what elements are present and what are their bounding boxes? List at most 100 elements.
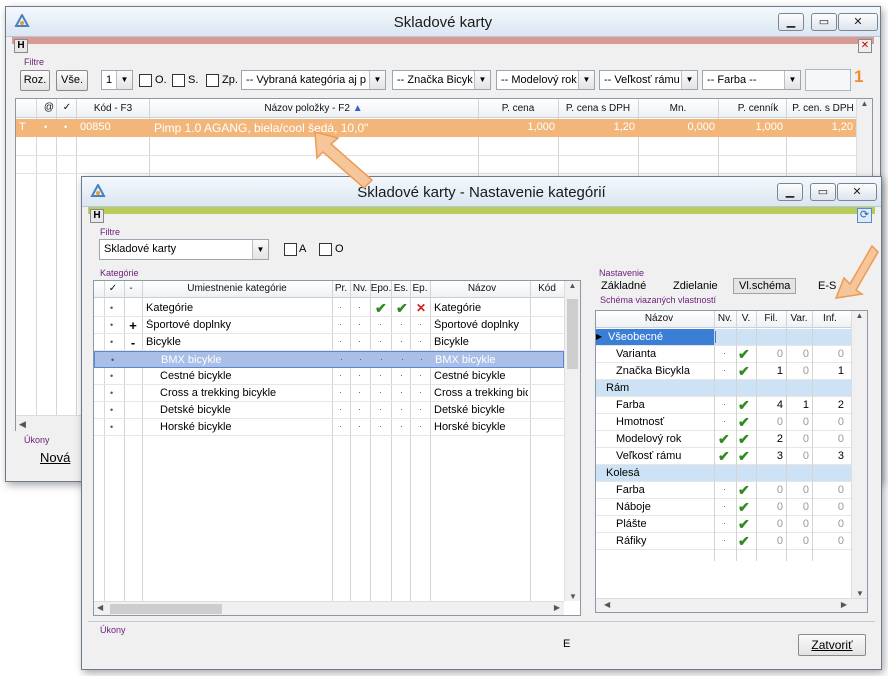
cat-col-kod[interactable]: Kód [532,283,562,294]
cat-col-location[interactable]: Umiestnenie kategórie [142,283,332,294]
cat-col-marker[interactable]: - [124,283,138,294]
horizontal-scrollbar[interactable]: ◀ ▶ [94,601,564,615]
chk-o[interactable] [319,243,332,256]
cat-col-nv[interactable]: Nv. [350,283,370,294]
row-marker: + [129,318,137,333]
column-divider [714,311,715,561]
chk-s[interactable] [172,74,185,87]
row-location: Horské bicykle [160,421,232,433]
maximize-button[interactable]: ▭ [810,183,836,201]
category-row[interactable]: • Kategórie · · ✔ ✔ ✕ Kategórie [94,300,564,317]
table-row[interactable]: T • • 00850 Pimp 1.0 AGANG, biela/cool š… [16,119,856,137]
col-kod[interactable]: Kód - F3 [78,103,148,114]
category-row[interactable]: • Cestné bicykle · · · · · Cestné bicykle [94,368,564,385]
category-row[interactable]: • BMX bicykle · · · · · BMX bicykle [94,351,564,368]
chk-a[interactable] [284,243,297,256]
check-icon: ✔ [375,300,387,316]
dot-icon: · [419,421,422,431]
model-filter-select[interactable]: -- Modelový rok ▼ [496,70,595,90]
row-name: Cross a trekking bicy [434,387,528,399]
dot-icon: · [400,336,403,346]
size-filter-select[interactable]: -- Veľkosť rámu ▼ [599,70,698,90]
dot-icon: · [358,336,361,346]
minimize-button[interactable]: ▁ [777,183,803,201]
refresh-icon[interactable]: ✕ [858,39,872,53]
schema-col-v[interactable]: V. [736,313,756,324]
cat-col-epo[interactable]: Epo. [370,283,392,294]
dot-icon: · [339,336,342,346]
schema-grid[interactable]: Názov Nv. V. Fil. Var. Inf. ▶ Všeobecné Va… [595,310,868,613]
chk-o[interactable] [139,74,152,87]
column-divider [736,311,737,561]
schema-col-var[interactable]: Var. [786,313,812,324]
col-mn[interactable]: Mn. [638,103,718,114]
dot-icon: · [723,348,726,358]
category-filter-select[interactable]: -- Vybraná kategória aj p ▼ [241,70,386,90]
prop-fil: 1 [776,365,783,377]
h-button[interactable]: H [90,209,104,223]
check-icon: ✔ [718,448,730,464]
separator [88,621,875,622]
prop-inf: 0 [837,433,844,445]
schema-col-inf[interactable]: Inf. [812,313,848,324]
cat-col-ep[interactable]: Ep. [410,283,430,294]
close-button[interactable]: ✕ [837,183,877,201]
cat-col-nazov[interactable]: Názov [432,283,532,294]
tab-zdielanie[interactable]: Zdielanie [673,280,718,292]
cat-col-pr[interactable]: Pr. [332,283,350,294]
h-button[interactable]: H [14,39,28,53]
filter-extra-box[interactable] [805,69,851,91]
roz-button[interactable]: Roz. [20,70,50,91]
vse-button[interactable]: Vše. [56,70,88,91]
maximize-button[interactable]: ▭ [811,13,837,31]
col-nazov[interactable]: Názov položky - F2 ▲ [151,103,476,114]
col-p-cena-dph[interactable]: P. cena s DPH [558,103,638,114]
category-row[interactable]: • Horské bicykle · · · · · Horské bicykle [94,419,564,436]
prop-var: 0 [802,535,809,547]
category-row[interactable]: • Cross a trekking bicykle · · · · · Cross a tr… [94,385,564,402]
close-button[interactable]: ✕ [838,13,878,31]
close-dialog-button[interactable]: Zatvoriť [798,634,866,656]
horizontal-scrollbar[interactable]: ◀ [16,415,88,431]
col-p-cena[interactable]: P. cena [478,103,558,114]
color-filter-select[interactable]: -- Farba -- ▼ [702,70,801,90]
schema-col-fil[interactable]: Fil. [756,313,786,324]
category-row[interactable]: • - Bicykle · · · · · Bicykle [94,334,564,351]
row-location: Bicykle [146,336,181,348]
column-divider [786,311,787,561]
prop-name: Farba [616,399,645,411]
chk-zp[interactable] [206,74,219,87]
schema-col-nazov[interactable]: Názov [604,313,714,324]
vertical-scrollbar[interactable]: ▲ ▼ [564,281,580,601]
tab-vl-schema[interactable]: Vl.schéma [733,278,797,294]
cat-col-es[interactable]: Es. [391,283,411,294]
minimize-button[interactable]: ▁ [778,13,804,31]
row-list-price-vat: 1,20 [831,121,853,133]
col-p-cen-dph[interactable]: P. cen. s DPH [786,103,860,114]
schema-col-nv[interactable]: Nv. [714,313,736,324]
horizontal-scrollbar[interactable]: ◀ ▶ [596,598,867,612]
dot-icon: · [400,319,403,329]
brand-filter-select[interactable]: -- Značka Bicyk ▼ [392,70,491,90]
prop-fil: 0 [776,416,783,428]
category-row[interactable]: • Detské bicykle · · · · · Detské bicykle [94,402,564,419]
tab-zakladne[interactable]: Základné [601,280,646,292]
category-row[interactable]: • + Športové doplnky · · · · · Športové doplnky [94,317,564,334]
category-window-title: Skladové karty - Nastavenie kategórií [357,184,606,201]
group-name: Rám [606,382,630,394]
chk-a-label: A [299,243,307,255]
count-select[interactable]: 1 ▼ [101,70,133,90]
row-location: Cestné bicykle [160,370,232,382]
row-dot: • [110,371,114,381]
chevron-down-icon: ▼ [578,71,594,89]
categories-label: Kategórie [100,268,139,278]
categories-grid[interactable]: ✓ - Umiestnenie kategórie Pr. Nv. Epo. E… [93,280,581,616]
filter-select[interactable]: Skladové karty ▼ [99,239,269,260]
prop-fil: 0 [776,501,783,513]
vertical-scrollbar[interactable]: ▲ ▼ [851,311,867,598]
refresh-icon[interactable]: ⟳ [857,208,872,223]
check-icon: ✔ [738,397,750,413]
row-location: Športové doplnky [146,319,231,331]
nova-button[interactable]: Nová [40,450,70,465]
chevron-down-icon: ▼ [252,240,268,259]
